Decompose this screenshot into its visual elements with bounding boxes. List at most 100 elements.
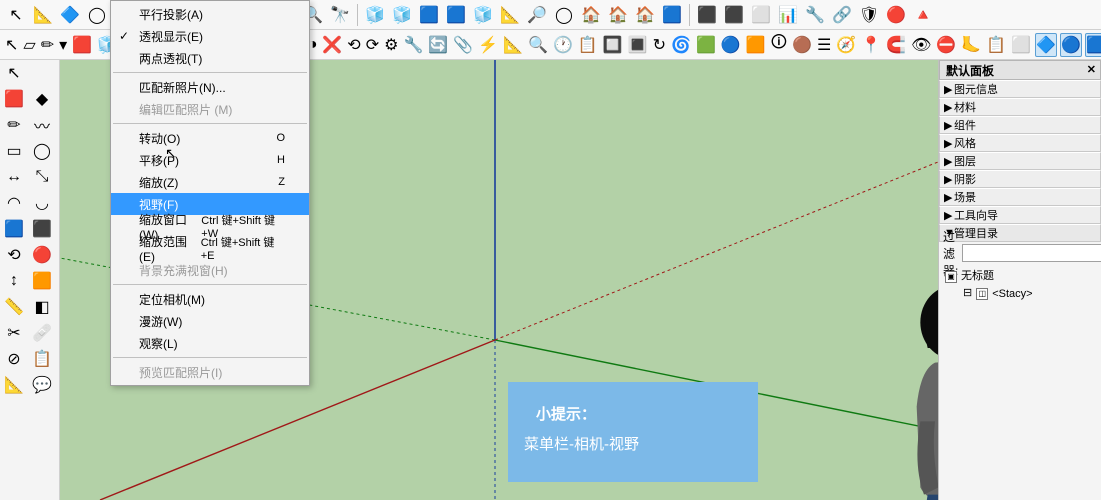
outliner-tree[interactable]: ▣ 无标题 ⊟ ◫ <Stacy> [939, 264, 1101, 307]
tree-child[interactable]: ⊟ ◫ <Stacy> [945, 286, 1095, 304]
toolbar-button[interactable]: 📐 [502, 33, 524, 57]
menu-item[interactable]: 转动(O)O [111, 127, 309, 149]
toolbox-button[interactable]: 📐 [0, 372, 28, 398]
toolbar-button[interactable]: 🕐 [552, 33, 574, 57]
tray-close-icon[interactable]: ✕ [1087, 63, 1096, 76]
tree-root[interactable]: ▣ 无标题 [945, 268, 1095, 286]
toolbar-button[interactable]: 🔵 [1060, 33, 1082, 57]
toolbox-button[interactable]: ✂ [0, 320, 28, 346]
toolbox-button[interactable]: ⊘ [0, 346, 28, 372]
toolbar-button[interactable]: ❌ [321, 33, 343, 57]
toolbox-button[interactable]: ↕ [0, 268, 28, 294]
toolbar-button[interactable]: 📍 [860, 33, 882, 57]
toolbar-button[interactable]: 🟥 [71, 33, 93, 57]
toolbox-button[interactable]: 🔴 [28, 242, 56, 268]
toolbar-button[interactable]: ⬜ [749, 3, 773, 27]
toolbar-button[interactable]: ⬜ [1010, 33, 1032, 57]
toolbar-button[interactable]: 🏠 [579, 3, 603, 27]
toolbox-button[interactable]: 🟥 [0, 86, 28, 112]
menu-item[interactable]: 平移(P)H [111, 149, 309, 171]
toolbox-button[interactable]: ⬛ [28, 216, 56, 242]
toolbox-button[interactable]: ◯ [28, 138, 56, 164]
toolbar-button[interactable]: 🔳 [627, 33, 649, 57]
toolbar-button[interactable]: ⟳ [365, 33, 380, 57]
toolbar-button[interactable]: 🔎 [525, 3, 549, 27]
toolbox-button[interactable]: ⤡ [28, 164, 56, 190]
toolbar-button[interactable]: 🔵 [720, 33, 742, 57]
toolbar-button[interactable]: 🟦 [660, 3, 684, 27]
toolbar-button[interactable]: 🛈 [770, 33, 788, 57]
menu-item[interactable]: 定位相机(M) [111, 288, 309, 310]
panel-section[interactable]: ▶图层 [939, 152, 1101, 170]
toolbar-button[interactable]: ☰ [816, 33, 832, 57]
toolbar-button[interactable]: 📐 [498, 3, 522, 27]
panel-section[interactable]: ▶组件 [939, 116, 1101, 134]
toolbox-button[interactable]: 📋 [28, 346, 56, 372]
toolbar-button[interactable]: 🔭 [328, 3, 352, 27]
toolbar-button[interactable]: ⚡ [477, 33, 499, 57]
menu-item[interactable]: 平行投影(A) [111, 3, 309, 25]
toolbar-button[interactable]: 🔄 [427, 33, 449, 57]
toolbox-button[interactable]: ◆ [28, 86, 56, 112]
toolbar-button[interactable]: 🧊 [390, 3, 414, 27]
panel-section[interactable]: ▼管理目录 [939, 224, 1101, 242]
toolbar-button[interactable]: ⚙ [383, 33, 399, 57]
toolbar-button[interactable]: 🧲 [885, 33, 907, 57]
toolbox-button[interactable]: ✏ [0, 112, 28, 138]
menu-item[interactable]: 匹配新照片(N)... [111, 76, 309, 98]
toolbox-button[interactable]: 🟦 [0, 216, 28, 242]
toolbar-button[interactable]: 🦶 [960, 33, 982, 57]
menu-item[interactable]: 两点透视(T) [111, 47, 309, 69]
toolbar-button[interactable]: ✏ [40, 33, 55, 57]
toolbar-button[interactable]: 🔍 [527, 33, 549, 57]
toolbar-button[interactable]: ▱ [22, 33, 36, 57]
toolbox-button[interactable]: 🩹 [28, 320, 56, 346]
toolbox-button[interactable]: ▭ [0, 138, 28, 164]
toolbar-button[interactable]: 🔧 [803, 3, 827, 27]
toolbar-button[interactable]: 🔲 [602, 33, 624, 57]
toolbar-button[interactable]: 📎 [452, 33, 474, 57]
toolbar-button[interactable]: 🔗 [830, 3, 854, 27]
toolbar-button[interactable]: 🔴 [884, 3, 908, 27]
panel-section[interactable]: ▶工具向导 [939, 206, 1101, 224]
toolbar-button[interactable]: 🟩 [695, 33, 717, 57]
toolbar-button[interactable]: ⬛ [722, 3, 746, 27]
menu-item[interactable]: 观察(L) [111, 332, 309, 354]
toolbox-button[interactable]: ↖ [0, 60, 28, 86]
panel-section[interactable]: ▶风格 [939, 134, 1101, 152]
toolbar-button[interactable]: 🌀 [670, 33, 692, 57]
toolbox-button[interactable]: ◧ [28, 294, 56, 320]
panel-section[interactable]: ▶阴影 [939, 170, 1101, 188]
toolbar-button[interactable]: ◯ [85, 3, 109, 27]
toolbar-button[interactable]: 🔧 [402, 33, 424, 57]
filter-input[interactable] [962, 244, 1101, 262]
toolbar-button[interactable]: ▾ [58, 33, 68, 57]
toolbar-button[interactable]: ⬛ [695, 3, 719, 27]
toolbar-button[interactable]: ⟲ [346, 33, 361, 57]
toolbox-button[interactable]: 💬 [28, 372, 56, 398]
toolbox-button[interactable]: ◠ [0, 190, 28, 216]
toolbar-button[interactable]: 🏠 [633, 3, 657, 27]
toolbar-button[interactable]: 📋 [577, 33, 599, 57]
menu-item[interactable]: ✓透视显示(E) [111, 25, 309, 47]
toolbar-button[interactable]: 🟦 [444, 3, 468, 27]
toolbar-button[interactable]: 🟧 [745, 33, 767, 57]
toolbar-button[interactable]: 🧊 [363, 3, 387, 27]
toolbox-button[interactable]: ⟲ [0, 242, 28, 268]
toolbox-button[interactable]: ◡ [28, 190, 56, 216]
toolbox-button[interactable]: 🟧 [28, 268, 56, 294]
panel-section[interactable]: ▶图元信息 [939, 80, 1101, 98]
toolbar-button[interactable]: 📋 [985, 33, 1007, 57]
toolbox-button[interactable]: ↔ [0, 164, 28, 190]
toolbar-button[interactable]: ↖ [4, 3, 28, 27]
tray-header[interactable]: 默认面板 ✕ [939, 60, 1101, 80]
toolbar-button[interactable]: ⛔ [935, 33, 957, 57]
menu-item[interactable]: 缩放范围(E)Ctrl 键+Shift 键+E [111, 237, 309, 259]
toolbar-button[interactable]: 🧭 [835, 33, 857, 57]
toolbar-button[interactable]: 🏠 [606, 3, 630, 27]
toolbar-button[interactable]: 🔷 [1035, 33, 1057, 57]
toolbar-button[interactable]: 🟦 [417, 3, 441, 27]
toolbox-button[interactable]: 📏 [0, 294, 28, 320]
toolbar-button[interactable]: 🛡 [857, 3, 881, 27]
panel-section[interactable]: ▶场景 [939, 188, 1101, 206]
